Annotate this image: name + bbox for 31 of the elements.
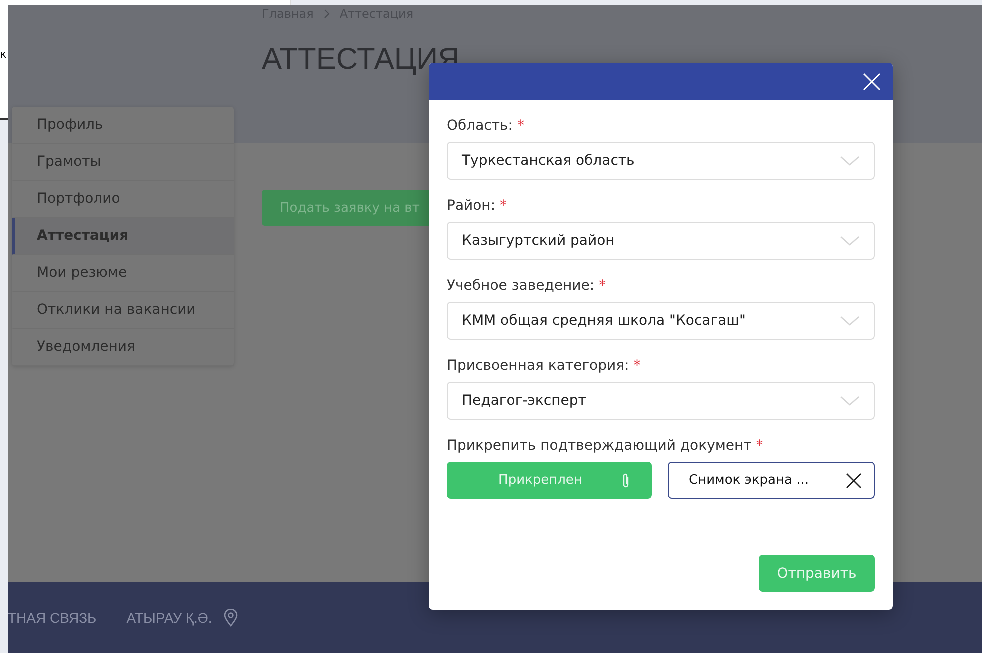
window-text: к	[0, 48, 7, 60]
select-field[interactable]: Казыгуртский район	[447, 222, 875, 260]
attach-button[interactable]: Прикреплен	[447, 462, 652, 499]
attached-file-field: Снимок экрана ...	[668, 462, 875, 499]
sidebar-item[interactable]: Аттестация	[12, 218, 234, 255]
page-title: АТТЕСТАЦИЯ	[262, 43, 461, 77]
chevron-right-icon	[324, 9, 330, 19]
select-field[interactable]: КММ общая средняя школа "Косагаш"	[447, 302, 875, 340]
sidebar-item[interactable]: Грамоты	[12, 144, 234, 181]
field-label: Прикрепить подтверждающий документ *	[447, 438, 764, 454]
footer-link[interactable]: ТНАЯ СВЯЗЬ	[8, 610, 97, 626]
chevron-down-icon	[840, 156, 860, 166]
sidebar-item[interactable]: Мои резюме	[12, 255, 234, 292]
location-pin-icon	[224, 608, 238, 626]
sidebar-item[interactable]: Отклики на вакансии	[12, 292, 234, 329]
sidebar-item[interactable]: Уведомления	[12, 329, 234, 366]
field-label: Присвоенная категория: *	[447, 358, 642, 374]
submit-button[interactable]: Отправить	[759, 555, 875, 592]
field-label: Район: *	[447, 198, 508, 214]
footer-link[interactable]: АТЫРАУ Қ.Ә.	[126, 610, 212, 626]
paperclip-icon	[622, 472, 630, 488]
close-icon[interactable]	[846, 472, 862, 488]
sidebar-item[interactable]: Профиль	[12, 107, 234, 144]
field-label: Учебное заведение: *	[447, 278, 608, 294]
apply-button[interactable]: Подать заявку на вт	[262, 190, 432, 226]
chevron-down-icon	[840, 396, 860, 406]
select-field[interactable]: Туркестанская область	[447, 142, 875, 180]
chevron-down-icon	[840, 316, 860, 326]
field-label: Область: *	[447, 118, 526, 134]
select-field[interactable]: Педагог-эксперт	[447, 382, 875, 420]
chevron-down-icon	[840, 236, 860, 246]
